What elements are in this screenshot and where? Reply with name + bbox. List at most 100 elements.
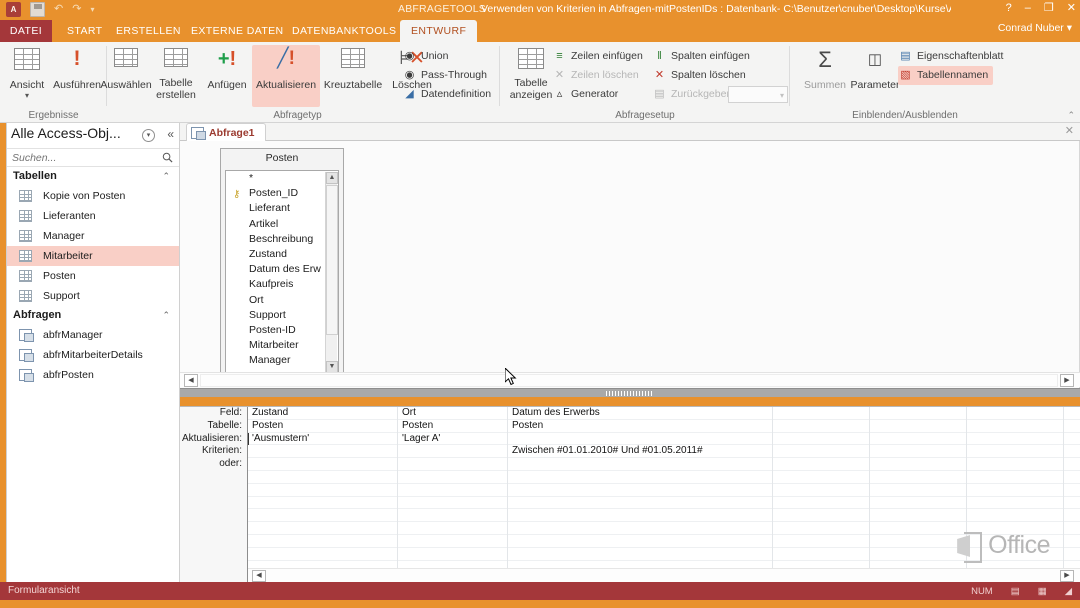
qbe-scroll-right-icon[interactable]: ▶ (1060, 570, 1074, 582)
qbe-cell-update-4[interactable] (773, 432, 870, 446)
union-button[interactable]: ◉ Union (402, 47, 449, 66)
sidebar-item-abfrmanager[interactable]: abfrManager (7, 325, 179, 345)
qbe-cell-or-2[interactable] (398, 458, 508, 471)
qbe-cell-criteria-4[interactable] (773, 445, 870, 459)
qbe-cell-empty[interactable] (508, 496, 773, 510)
search-input[interactable] (10, 150, 150, 165)
qbe-cell-or-7[interactable] (1064, 458, 1080, 471)
tab-entwurf[interactable]: ENTWURF (400, 20, 478, 42)
qbe-cell-update-5[interactable] (870, 432, 967, 446)
anfuegen-button[interactable]: +! Anfügen (200, 45, 254, 107)
user-account[interactable]: Conrad Nuber ▾ (998, 22, 1072, 34)
ansicht-caret-icon[interactable]: ▾ (0, 91, 54, 100)
qbe-cell-criteria-6[interactable] (967, 445, 1064, 459)
qbe-cell-feld-3[interactable]: Datum des Erwerbs (508, 407, 773, 420)
scroll-left-icon[interactable]: ◀ (184, 374, 198, 387)
eigenschaftenblatt-button[interactable]: ▤ Eigenschaftenblatt (898, 47, 1003, 66)
qbe-cell-tabelle-5[interactable] (870, 419, 967, 433)
qbe-cell-or-1[interactable] (248, 458, 398, 471)
sidebar-item-mitarbeiter[interactable]: Mitarbeiter (7, 246, 179, 266)
field-row[interactable]: Zustand (226, 247, 338, 262)
qbe-cell-empty[interactable] (870, 496, 967, 510)
qbe-cell-empty[interactable] (967, 547, 1064, 561)
pass-through-button[interactable]: ◉ Pass-Through (402, 66, 487, 85)
qbe-cell-criteria-7[interactable] (1064, 445, 1080, 458)
qbe-cell-empty[interactable] (967, 483, 1064, 497)
qbe-cell-empty[interactable] (870, 509, 967, 523)
qbe-cell-empty[interactable] (870, 547, 967, 561)
doc-tab-abfrage1[interactable]: Abfrage1 (186, 123, 266, 141)
qbe-cell-update-1[interactable]: 'Ausmustern' (248, 432, 398, 446)
qbe-cell-empty[interactable] (967, 509, 1064, 523)
qbe-cell-empty[interactable] (773, 496, 870, 510)
qbe-cell-empty[interactable] (398, 522, 508, 535)
qbe-cell-empty[interactable] (967, 534, 1064, 548)
qbe-cell-empty[interactable] (508, 534, 773, 548)
qbe-grid[interactable]: Feld: Tabelle: Aktualisieren: Kriterien:… (180, 406, 1080, 583)
tab-datei[interactable]: DATEI (0, 20, 52, 42)
qbe-cell-empty[interactable] (398, 470, 508, 484)
field-row[interactable]: Kaufpreis (226, 277, 338, 292)
save-icon[interactable] (30, 2, 45, 17)
tab-datenbanktools[interactable]: DATENBANKTOOLS (281, 20, 407, 42)
qbe-cell-empty[interactable] (398, 496, 508, 510)
sidebar-item-support[interactable]: Support (7, 286, 179, 306)
qbe-cell-empty[interactable] (870, 483, 967, 497)
field-list-posten[interactable]: Posten * ⚷ Posten_ID Lieferant Artikel Be… (220, 148, 344, 381)
qbe-cell-empty[interactable] (870, 560, 967, 568)
qbe-cell-tabelle-2[interactable]: Posten (398, 419, 508, 433)
generator-button[interactable]: ▵ Generator (552, 85, 619, 104)
qbe-cell-empty[interactable] (398, 534, 508, 548)
field-row[interactable]: Posten-ID (226, 323, 338, 338)
spalten-loeschen-button[interactable]: ✕ Spalten löschen (652, 66, 746, 85)
qbe-cell-empty[interactable] (248, 496, 398, 510)
qbe-cell-empty[interactable] (248, 547, 398, 561)
qbe-cell-empty[interactable] (248, 560, 398, 568)
minimize-button[interactable]: – (1025, 2, 1031, 14)
qbe-cell-empty[interactable] (773, 534, 870, 548)
design-view-button[interactable]: ◢ (1065, 586, 1072, 597)
qbe-cell-feld-5[interactable] (870, 407, 967, 420)
scroll-thumb[interactable] (326, 185, 338, 335)
qbe-cell-or-3[interactable] (508, 458, 773, 471)
qbe-cell-empty[interactable] (967, 522, 1064, 535)
qbe-cell-empty[interactable] (248, 470, 398, 484)
tab-erstellen[interactable]: ERSTELLEN (105, 20, 192, 42)
qbe-cell-empty[interactable] (1064, 509, 1080, 522)
qbe-horizontal-scrollbar[interactable]: ◀ ▶ (248, 568, 1080, 582)
field-row[interactable]: Ort (226, 293, 338, 308)
qbe-cell-empty[interactable] (1064, 484, 1080, 497)
qbe-cell-feld-4[interactable] (773, 407, 870, 420)
qbe-cell-empty[interactable] (773, 560, 870, 568)
qbe-cell-empty[interactable] (248, 534, 398, 548)
qbe-cell-criteria-5[interactable] (870, 445, 967, 459)
summen-button[interactable]: Σ Summen (798, 45, 852, 107)
qbe-cell-empty[interactable] (508, 509, 773, 523)
nav-group-abfragen[interactable]: Abfragen ⌃ (7, 306, 179, 325)
designer-horizontal-scrollbar[interactable]: ◀ ▶ (180, 372, 1080, 387)
field-row[interactable]: * (226, 171, 338, 186)
collapse-pane-icon[interactable]: « (167, 127, 174, 141)
scroll-up-icon[interactable]: ▲ (326, 172, 338, 184)
qbe-cell-feld-1[interactable]: Zustand (248, 407, 398, 420)
qbe-cell-criteria-3[interactable]: Zwischen #01.01.2010# Und #01.05.2011# (508, 445, 773, 459)
sidebar-item-posten[interactable]: Posten (7, 266, 179, 286)
qbe-cell-empty[interactable] (870, 470, 967, 484)
sidebar-item-manager[interactable]: Manager (7, 226, 179, 246)
qbe-cell-empty[interactable] (248, 509, 398, 523)
qbe-cell-empty[interactable] (1064, 471, 1080, 484)
kreuztabelle-button[interactable]: Kreuztabelle (322, 45, 384, 107)
pivot-view-button[interactable]: ▦ (1038, 586, 1047, 597)
qbe-cell-feld-2[interactable]: Ort (398, 407, 508, 420)
qbe-cell-feld-7[interactable] (1064, 407, 1080, 420)
ansicht-button[interactable]: Ansicht ▾ (0, 45, 54, 107)
sidebar-item-abfrmitarbeiterdetails[interactable]: abfrMitarbeiterDetails (7, 345, 179, 365)
qbe-cell-criteria-1[interactable] (248, 445, 398, 459)
chevron-up-icon[interactable]: ⌃ (162, 167, 170, 186)
search-icon[interactable] (162, 152, 173, 163)
scroll-track[interactable] (200, 374, 1058, 387)
nav-group-tabellen[interactable]: Tabellen ⌃ (7, 167, 179, 186)
chevron-up-icon[interactable]: ⌃ (162, 306, 170, 325)
scroll-right-icon[interactable]: ▶ (1060, 374, 1074, 387)
qbe-cell-empty[interactable] (1064, 522, 1080, 535)
